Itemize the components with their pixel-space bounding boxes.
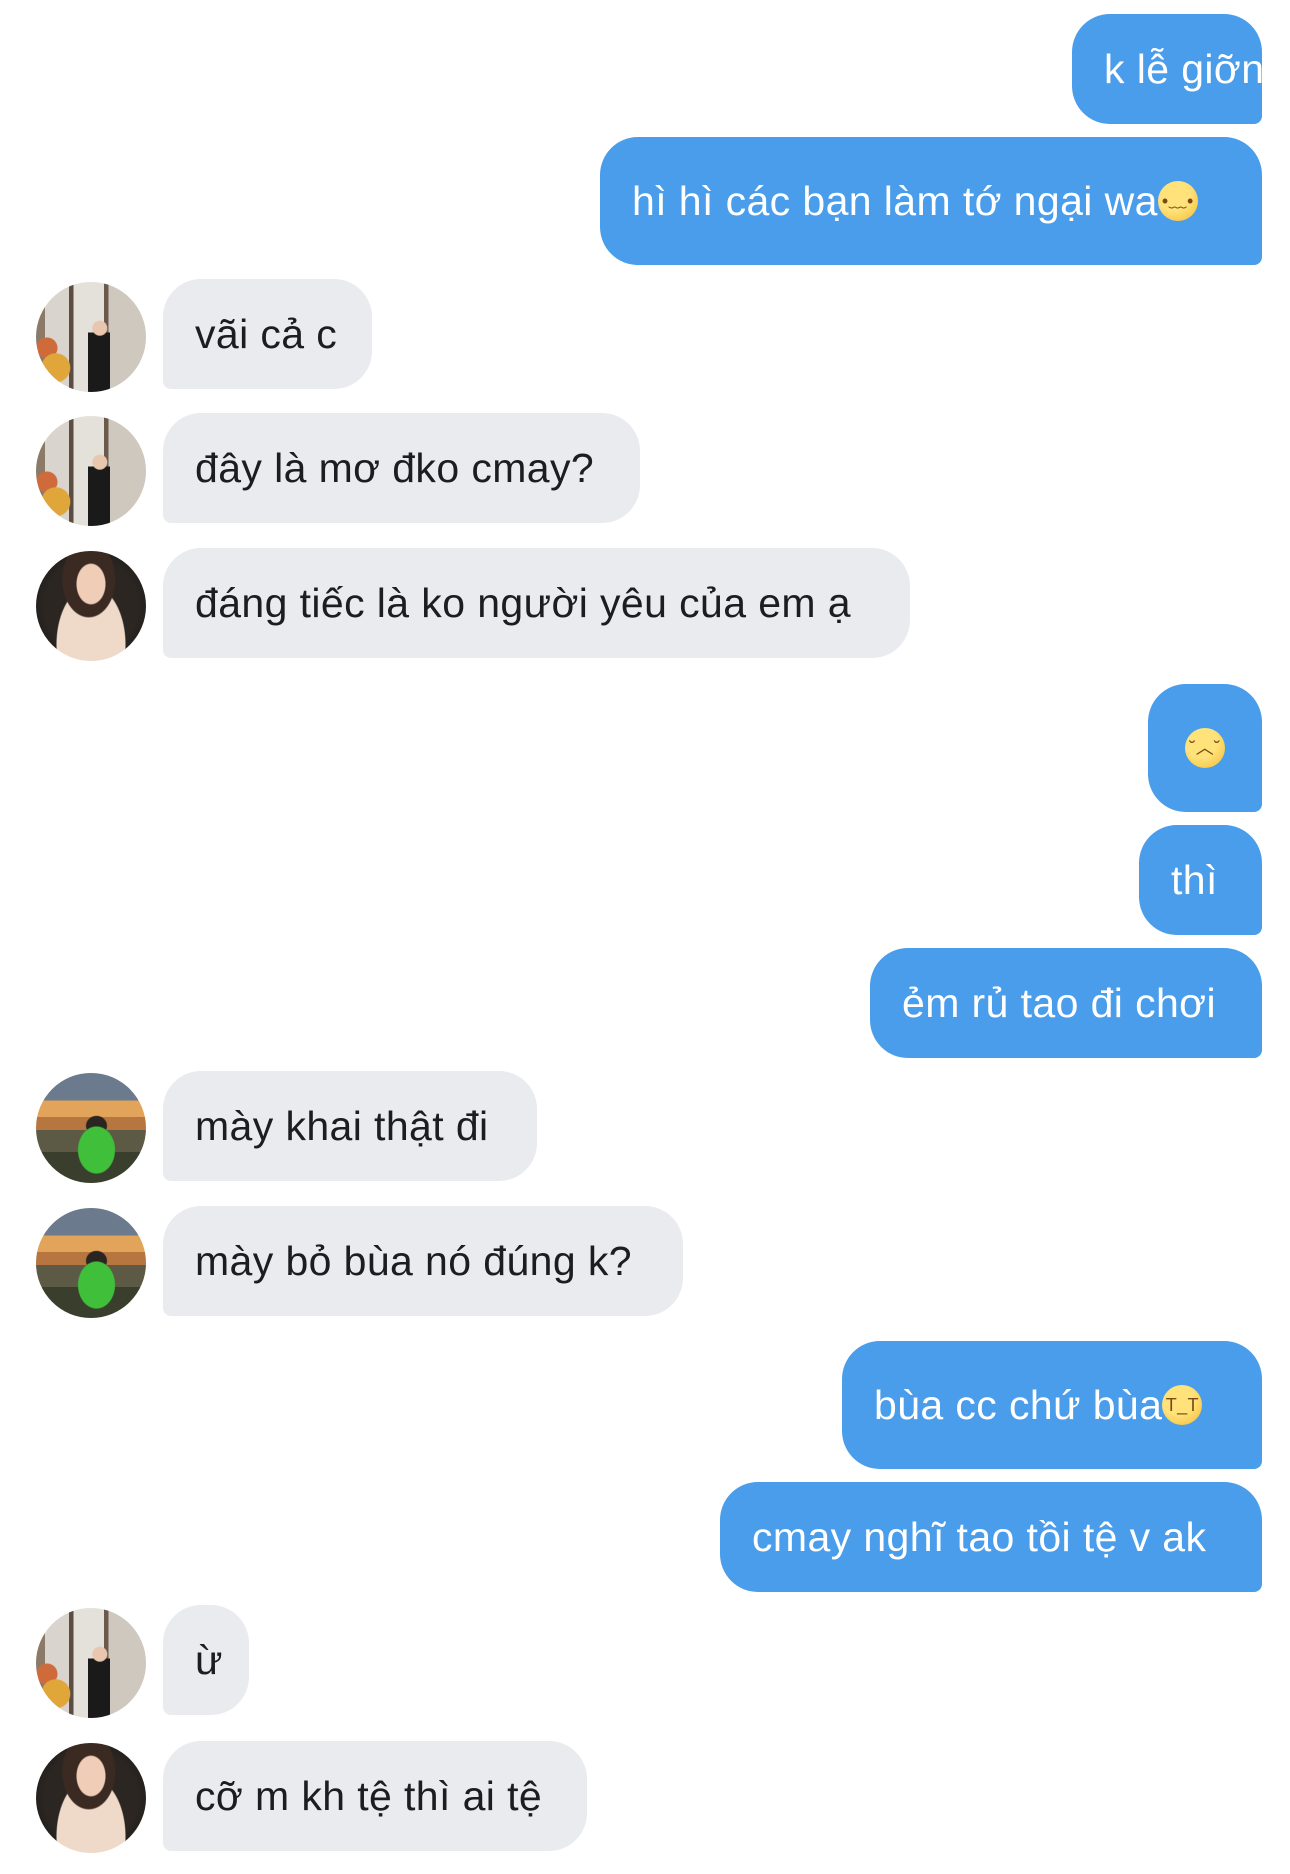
incoming-message[interactable]: mày bỏ bùa nó đúng k? [163, 1206, 683, 1316]
incoming-message[interactable]: vãi cả c [163, 279, 372, 389]
incoming-message[interactable]: đây là mơ đko cmay? [163, 413, 640, 523]
store-photo-avatar[interactable] [36, 282, 146, 392]
message-text: ẻm rủ tao đi chơi [902, 980, 1216, 1026]
message-text: ừ [195, 1637, 223, 1683]
message-text: cmay nghĩ tao tồi tệ v ak [752, 1514, 1207, 1560]
message-text: bùa cc chứ bùa [874, 1382, 1163, 1428]
store-photo-avatar[interactable] [36, 1608, 146, 1718]
crying-face-emoji-icon: T_T [1162, 1385, 1203, 1426]
message-text: thì [1171, 857, 1218, 903]
outgoing-message[interactable]: bùa cc chứ bùa T_T [842, 1341, 1262, 1469]
message-text: mày khai thật đi [195, 1103, 489, 1149]
outgoing-message[interactable]: ẻm rủ tao đi chơi [870, 948, 1262, 1058]
incoming-message[interactable]: cỡ m kh tệ thì ai tệ [163, 1741, 587, 1851]
outgoing-message[interactable]: hì hì các bạn làm tớ ngại wa •﹏• [600, 137, 1262, 265]
message-text: vãi cả c [195, 311, 338, 357]
sunset-photo-avatar[interactable] [36, 1208, 146, 1318]
sunset-photo-avatar[interactable] [36, 1073, 146, 1183]
message-text: hì hì các bạn làm tớ ngại wa [632, 178, 1158, 224]
outgoing-message[interactable]: thì [1139, 825, 1262, 935]
girl-portrait-avatar[interactable] [36, 551, 146, 661]
store-photo-avatar[interactable] [36, 416, 146, 526]
chat-thread: k lễ giỡn hì hì các bạn làm tớ ngại wa •﹏… [0, 0, 1290, 1874]
incoming-message[interactable]: mày khai thật đi [163, 1071, 537, 1181]
incoming-message[interactable]: ừ [163, 1605, 249, 1715]
outgoing-message[interactable]: cmay nghĩ tao tồi tệ v ak [720, 1482, 1262, 1592]
message-text: k lễ giỡn [1104, 46, 1265, 92]
pensive-face-emoji-icon: ˘︿˘ [1185, 728, 1225, 769]
incoming-message[interactable]: đáng tiếc là ko người yêu của em ạ [163, 548, 910, 658]
outgoing-message[interactable]: k lễ giỡn [1072, 14, 1265, 124]
girl-portrait-avatar[interactable] [36, 1743, 146, 1853]
message-text: cỡ m kh tệ thì ai tệ [195, 1773, 543, 1819]
message-text: đây là mơ đko cmay? [195, 445, 595, 491]
outgoing-message[interactable]: ˘︿˘ [1148, 684, 1262, 812]
message-text: đáng tiếc là ko người yêu của em ạ [195, 580, 851, 626]
shy-face-emoji-icon: •﹏• [1157, 181, 1198, 222]
message-text: mày bỏ bùa nó đúng k? [195, 1238, 632, 1284]
